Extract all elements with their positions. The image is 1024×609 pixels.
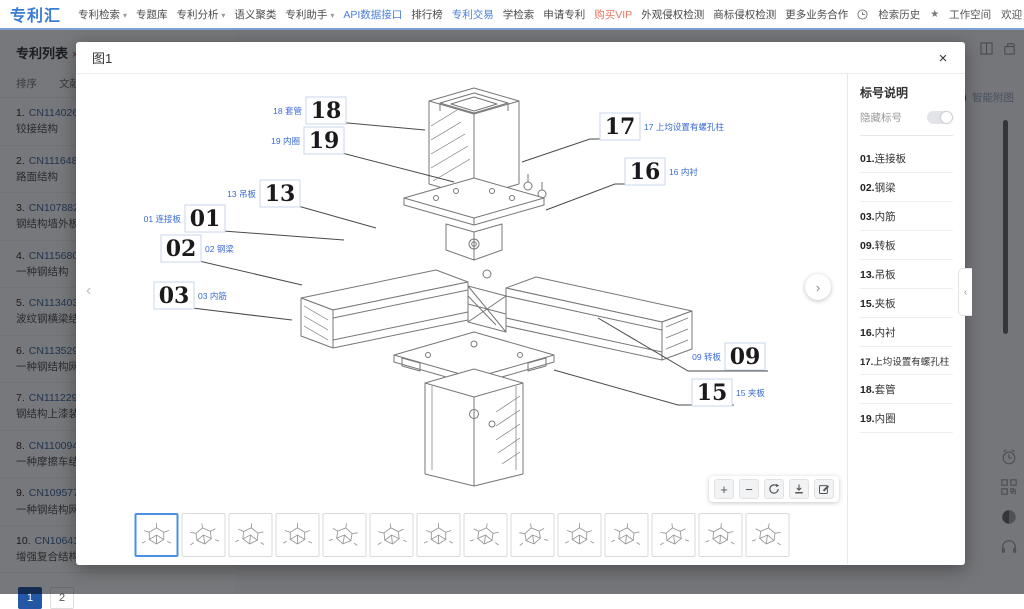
chevron-down-icon: ▾ [221, 11, 225, 20]
callout-label: 18 套管 [273, 106, 302, 116]
edit-button[interactable] [814, 479, 834, 499]
hide-labels-toggle[interactable] [927, 111, 953, 124]
nav-item[interactable]: 排行榜 [411, 7, 443, 22]
figure-thumbnail[interactable] [322, 513, 366, 557]
image-toolbar: +− [709, 476, 839, 502]
nav-item[interactable]: 专题库 [136, 7, 168, 22]
figure-thumbnail[interactable] [745, 513, 789, 557]
figure-thumbnail[interactable] [510, 513, 554, 557]
figure-thumbnail[interactable] [651, 513, 695, 557]
callout-number: 03 [159, 283, 190, 309]
nav-right-cluster: 检索历史 ★ 工作空间 欢迎， 1850****5289 ▾ ? [857, 7, 1024, 22]
legend-item[interactable]: 03.内筋 [860, 202, 953, 231]
callout-label: 01 连接板 [144, 214, 182, 224]
legend-title: 标号说明 [860, 84, 953, 101]
rotate-button[interactable] [764, 479, 784, 499]
legend-panel: ‹ 标号说明 隐藏标号 01.连接板02.钢梁03.内筋09.转板13.吊板15… [847, 74, 965, 564]
figure-thumbnail[interactable] [416, 513, 460, 557]
callout-label: 19 内圈 [271, 136, 300, 146]
nav-item[interactable]: API数据接口 [343, 7, 402, 22]
workspace-link[interactable]: 工作空间 [949, 7, 991, 22]
site-logo[interactable]: 专利汇 [10, 2, 61, 26]
zoom-in-button[interactable]: + [714, 479, 734, 499]
legend-item[interactable]: 17.上均设置有螺孔柱 [860, 347, 953, 375]
chevron-down-icon: ▾ [330, 11, 334, 20]
callout-label: 16 内衬 [669, 167, 698, 177]
welcome-text: 欢迎， [1001, 7, 1024, 22]
chevron-down-icon: ▾ [123, 11, 127, 20]
figure-thumbnail[interactable] [604, 513, 648, 557]
legend-item[interactable]: 19.内圈 [860, 404, 953, 433]
callout-label: 13 吊板 [227, 189, 256, 199]
callout-number: 09 [730, 344, 761, 370]
callout-label: 17 上均设置有螺孔柱 [644, 122, 724, 132]
callout-number: 13 [265, 181, 296, 207]
legend-item[interactable]: 02.钢梁 [860, 173, 953, 202]
zoom-out-button[interactable]: − [739, 479, 759, 499]
callout-label: 15 夹板 [736, 388, 765, 398]
legend-item[interactable]: 16.内衬 [860, 318, 953, 347]
legend-item[interactable]: 18.套管 [860, 375, 953, 404]
callout-label: 09 转板 [692, 352, 721, 362]
figure-thumbnail[interactable] [557, 513, 601, 557]
callout-number: 19 [309, 128, 340, 154]
legend-item[interactable]: 13.吊板 [860, 260, 953, 289]
legend-item[interactable]: 01.连接板 [860, 144, 953, 173]
figure-thumbnail[interactable] [698, 513, 742, 557]
callout-leader-line [154, 308, 292, 320]
legend-item[interactable]: 09.转板 [860, 231, 953, 260]
figure-thumbnail[interactable] [463, 513, 507, 557]
figure-thumbnail[interactable] [181, 513, 225, 557]
patent-figure: 18 18 套管 19 19 内圈 13 13 吊板 01 01 连接板 02 02 钢梁 03 03… [76, 74, 846, 512]
nav-item[interactable]: 购买VIP [594, 7, 632, 22]
modal-header: 图1 × [76, 42, 965, 74]
figure-viewer-modal: 图1 × [76, 42, 965, 565]
thumbnail-strip [134, 513, 789, 557]
nav-item[interactable]: 专利检索 ▾ [78, 7, 127, 22]
next-image-button[interactable]: › [805, 274, 831, 300]
legend-item[interactable]: 15.夹板 [860, 289, 953, 318]
hide-labels-label: 隐藏标号 [860, 110, 902, 125]
callout-leader-line [522, 139, 638, 162]
callout-leader-line [260, 206, 376, 228]
nav-item[interactable]: 专利分析 ▾ [176, 7, 225, 22]
legend-item-list: 01.连接板02.钢梁03.内筋09.转板13.吊板15.夹板16.内衬17.上… [860, 144, 953, 433]
nav-item[interactable]: 外观侵权检测 [641, 7, 704, 22]
callout-number: 17 [605, 114, 636, 140]
nav-item[interactable]: 商标侵权检测 [713, 7, 776, 22]
callout-label: 03 内筋 [198, 291, 227, 301]
collapse-panel-tab[interactable]: ‹ [958, 268, 972, 316]
nav-item[interactable]: 更多业务合作 [785, 7, 848, 22]
download-button[interactable] [789, 479, 809, 499]
history-icon [857, 9, 868, 20]
callout-number: 16 [630, 159, 661, 185]
nav-item[interactable]: 专利助手 ▾ [285, 7, 334, 22]
search-history-link[interactable]: 检索历史 [878, 7, 920, 22]
callout-number: 02 [166, 236, 197, 262]
nav-item[interactable]: 申请专利 [543, 7, 585, 22]
figure-thumbnail[interactable] [134, 513, 178, 557]
figure-thumbnail[interactable] [228, 513, 272, 557]
figure-thumbnail[interactable] [369, 513, 413, 557]
prev-image-arrow[interactable]: ‹ [86, 282, 91, 300]
callout-leader-line [546, 184, 663, 210]
figure-thumbnail[interactable] [275, 513, 319, 557]
nav-item[interactable]: 语义聚类 [234, 7, 276, 22]
nav-menu: 专利检索 ▾ 专题库专利分析 ▾ 语义聚类专利助手 ▾ API数据接口排行榜专利交易学… [78, 7, 848, 22]
callout-number: 18 [311, 98, 342, 124]
top-navbar: 专利汇 专利检索 ▾ 专题库专利分析 ▾ 语义聚类专利助手 ▾ API数据接口排行榜专… [0, 0, 1024, 30]
figure-area: 18 18 套管 19 19 内圈 13 13 吊板 01 01 连接板 02 02 钢梁 03 03… [76, 74, 847, 564]
close-icon[interactable]: × [931, 46, 955, 70]
callout-leader-line [161, 261, 302, 285]
hide-labels-row: 隐藏标号 [860, 110, 953, 136]
nav-item[interactable]: 专利交易 [452, 7, 494, 22]
nav-item[interactable]: 学检索 [503, 7, 535, 22]
star-icon: ★ [930, 9, 939, 20]
callout-number: 01 [190, 206, 221, 232]
callout-number: 15 [697, 380, 728, 406]
figure-title: 图1 [92, 48, 112, 67]
callout-label: 02 钢梁 [205, 244, 234, 254]
